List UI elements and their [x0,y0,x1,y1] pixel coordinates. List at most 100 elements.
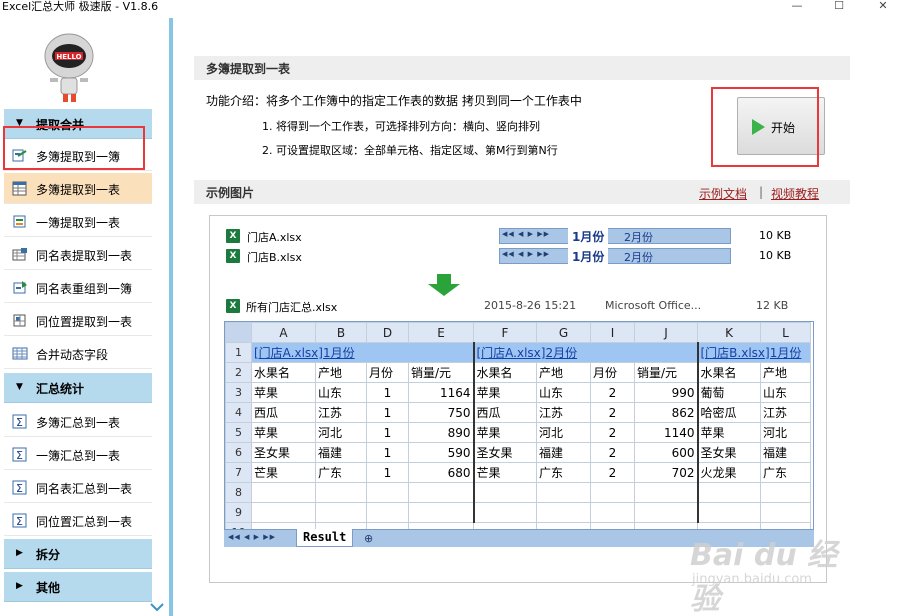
cell: 西瓜 [472,402,537,423]
section-title: 多簿提取到一表 [206,62,291,76]
file-date: 2015-8-26 15:21 [484,299,577,312]
cell: 苹果 [696,422,761,443]
cell: 1 [366,402,409,423]
highlight-box [711,87,819,167]
sidebar-item-label: 同名表汇总到一表 [36,482,133,496]
close-button[interactable]: ✕ [868,0,898,14]
one-book-extract-icon [13,215,26,228]
column-header: E [408,322,474,343]
cell: 西瓜 [251,402,316,423]
sidebar-item-label: 同位置提取到一表 [36,315,133,329]
group-header-link: [门店A.xlsx]1月份 [254,346,355,360]
chevron-down-icon[interactable] [150,601,166,616]
field-header: 水果名 [251,362,316,383]
sheet-tabs: ◀◀ ◀ ▶ ▶▶ 1月份 2月份 [499,228,731,245]
column-header: D [366,322,409,343]
svg-text:Σ: Σ [16,515,23,528]
sidebar-divider [169,18,173,616]
sidebar-item-label: 同名表重组到一簿 [36,282,133,296]
svg-text:Σ: Σ [16,449,23,462]
sidebar-item-label: 多簿提取到一表 [36,183,121,197]
sidebar-item-same-name-extract[interactable]: 同名表提取到一表 [4,239,152,270]
cell: 圣女果 [472,442,537,463]
cell: 2 [590,382,635,403]
same-name-extract-icon [12,248,27,261]
sidebar-item-merge-dynamic-fields[interactable]: 合并动态字段 [4,338,152,369]
group-header-link: [门店A.xlsx]2月份 [476,346,578,360]
sidebar-item-label: 合并动态字段 [36,348,109,362]
table-row: 4 西瓜 江苏 1 750 西瓜 江苏 2 862 哈密瓜 江苏 [225,402,811,423]
group-label: 其他 [36,581,61,595]
cell: 山东 [536,382,591,403]
cell: 广东 [760,462,811,483]
sigma-icon: Σ [12,414,27,429]
extract-table-icon [12,181,27,196]
field-header: 产地 [536,362,591,383]
cell: 750 [408,402,474,423]
sheet-nav-icon: ◀◀ ◀ ▶ ▶▶ [502,230,550,238]
group-header-cell: [门店B.xlsx]1月份 [696,342,811,363]
minimize-button[interactable]: — [782,0,812,14]
feature-line: 1. 将得到一个工作表，可选择排列方向：横向、竖向排列 [262,120,540,133]
file-name: 门店A.xlsx [247,231,302,244]
excel-file-icon: X [226,229,240,243]
group-header-link: [门店B.xlsx]1月份 [700,346,802,360]
cell: 1 [366,382,409,403]
group-split[interactable]: ▶ 拆分 [4,539,152,569]
row-header: 8 [225,482,252,503]
sheet-tab: 2月份 [624,251,653,264]
group-label: 汇总统计 [36,382,85,396]
sidebar-item-same-position-extract[interactable]: 同位置提取到一表 [4,305,152,336]
sheet-tab: 1月份 [568,228,609,245]
cell: 江苏 [315,402,367,423]
sidebar-item-same-name-summary[interactable]: Σ 同名表汇总到一表 [4,472,152,503]
group-other[interactable]: ▶ 其他 [4,572,152,602]
table-row: 1 [门店A.xlsx]1月份 [门店A.xlsx]2月份 [门店B.xlsx]… [225,342,811,363]
cell: 福建 [315,442,367,463]
cell: 福建 [536,442,591,463]
section-header-function: 多簿提取到一表 [194,56,850,80]
sidebar-item-one-book-summary[interactable]: Σ 一簿汇总到一表 [4,439,152,470]
cell: 1140 [634,422,698,443]
cell: 1164 [408,382,474,403]
highlight-box [3,126,145,170]
file-name: 所有门店汇总.xlsx [246,301,338,314]
baidu-watermark: Bai du 经验 jingyan.baidu.com [690,522,860,616]
group-summary-stats[interactable]: ▼ 汇总统计 [4,373,152,403]
cell: 哈密瓜 [696,402,761,423]
cell: 600 [634,442,698,463]
cell: 苹果 [472,422,537,443]
sidebar-item-same-position-summary[interactable]: Σ 同位置汇总到一表 [4,505,152,536]
sidebar-item-multi-book-to-table[interactable]: 多簿提取到一表 [4,173,152,204]
cell: 河北 [536,422,591,443]
maximize-button[interactable]: ☐ [824,0,854,14]
cell: 苹果 [251,422,316,443]
sigma-icon: Σ [12,447,27,462]
cell: 702 [634,462,698,483]
cell: 葡萄 [696,382,761,403]
same-position-icon [13,314,26,327]
column-header: I [590,322,635,343]
column-header: A [251,322,316,343]
excel-file-icon: X [226,249,240,263]
sidebar-item-same-name-regroup[interactable]: 同名表重组到一簿 [4,272,152,303]
sidebar-item-one-book-to-table[interactable]: 一簿提取到一表 [4,206,152,237]
new-sheet-icon: ⊕ [364,532,374,545]
svg-text:HELLO: HELLO [56,53,81,61]
function-description: 功能介绍：将多个工作簿中的指定工作表的数据 拷贝到同一个工作表中 [206,94,582,108]
column-header: L [760,322,811,343]
sidebar-item-multi-book-summary[interactable]: Σ 多簿汇总到一表 [4,406,152,437]
field-header: 产地 [760,362,811,383]
cell: 山东 [315,382,367,403]
cell: 广东 [536,462,591,483]
app-window: Excel汇总大师 极速版 - V1.8.6 — ☐ ✕ HELLO ▼ 提取合… [0,0,904,616]
example-doc-link[interactable]: 示例文档 [699,185,747,202]
cell: 1 [366,422,409,443]
field-header: 水果名 [472,362,537,383]
sheet-nav-icon: ◀◀ ◀ ▶ ▶▶ [228,533,276,541]
sheet-nav-icon: ◀◀ ◀ ▶ ▶▶ [502,250,550,258]
video-tutorial-link[interactable]: 视频教程 [771,185,819,202]
sidebar-item-label: 同名表提取到一表 [36,249,133,263]
group-header-cell: [门店A.xlsx]1月份 [251,342,474,363]
row-header: 5 [225,422,252,443]
